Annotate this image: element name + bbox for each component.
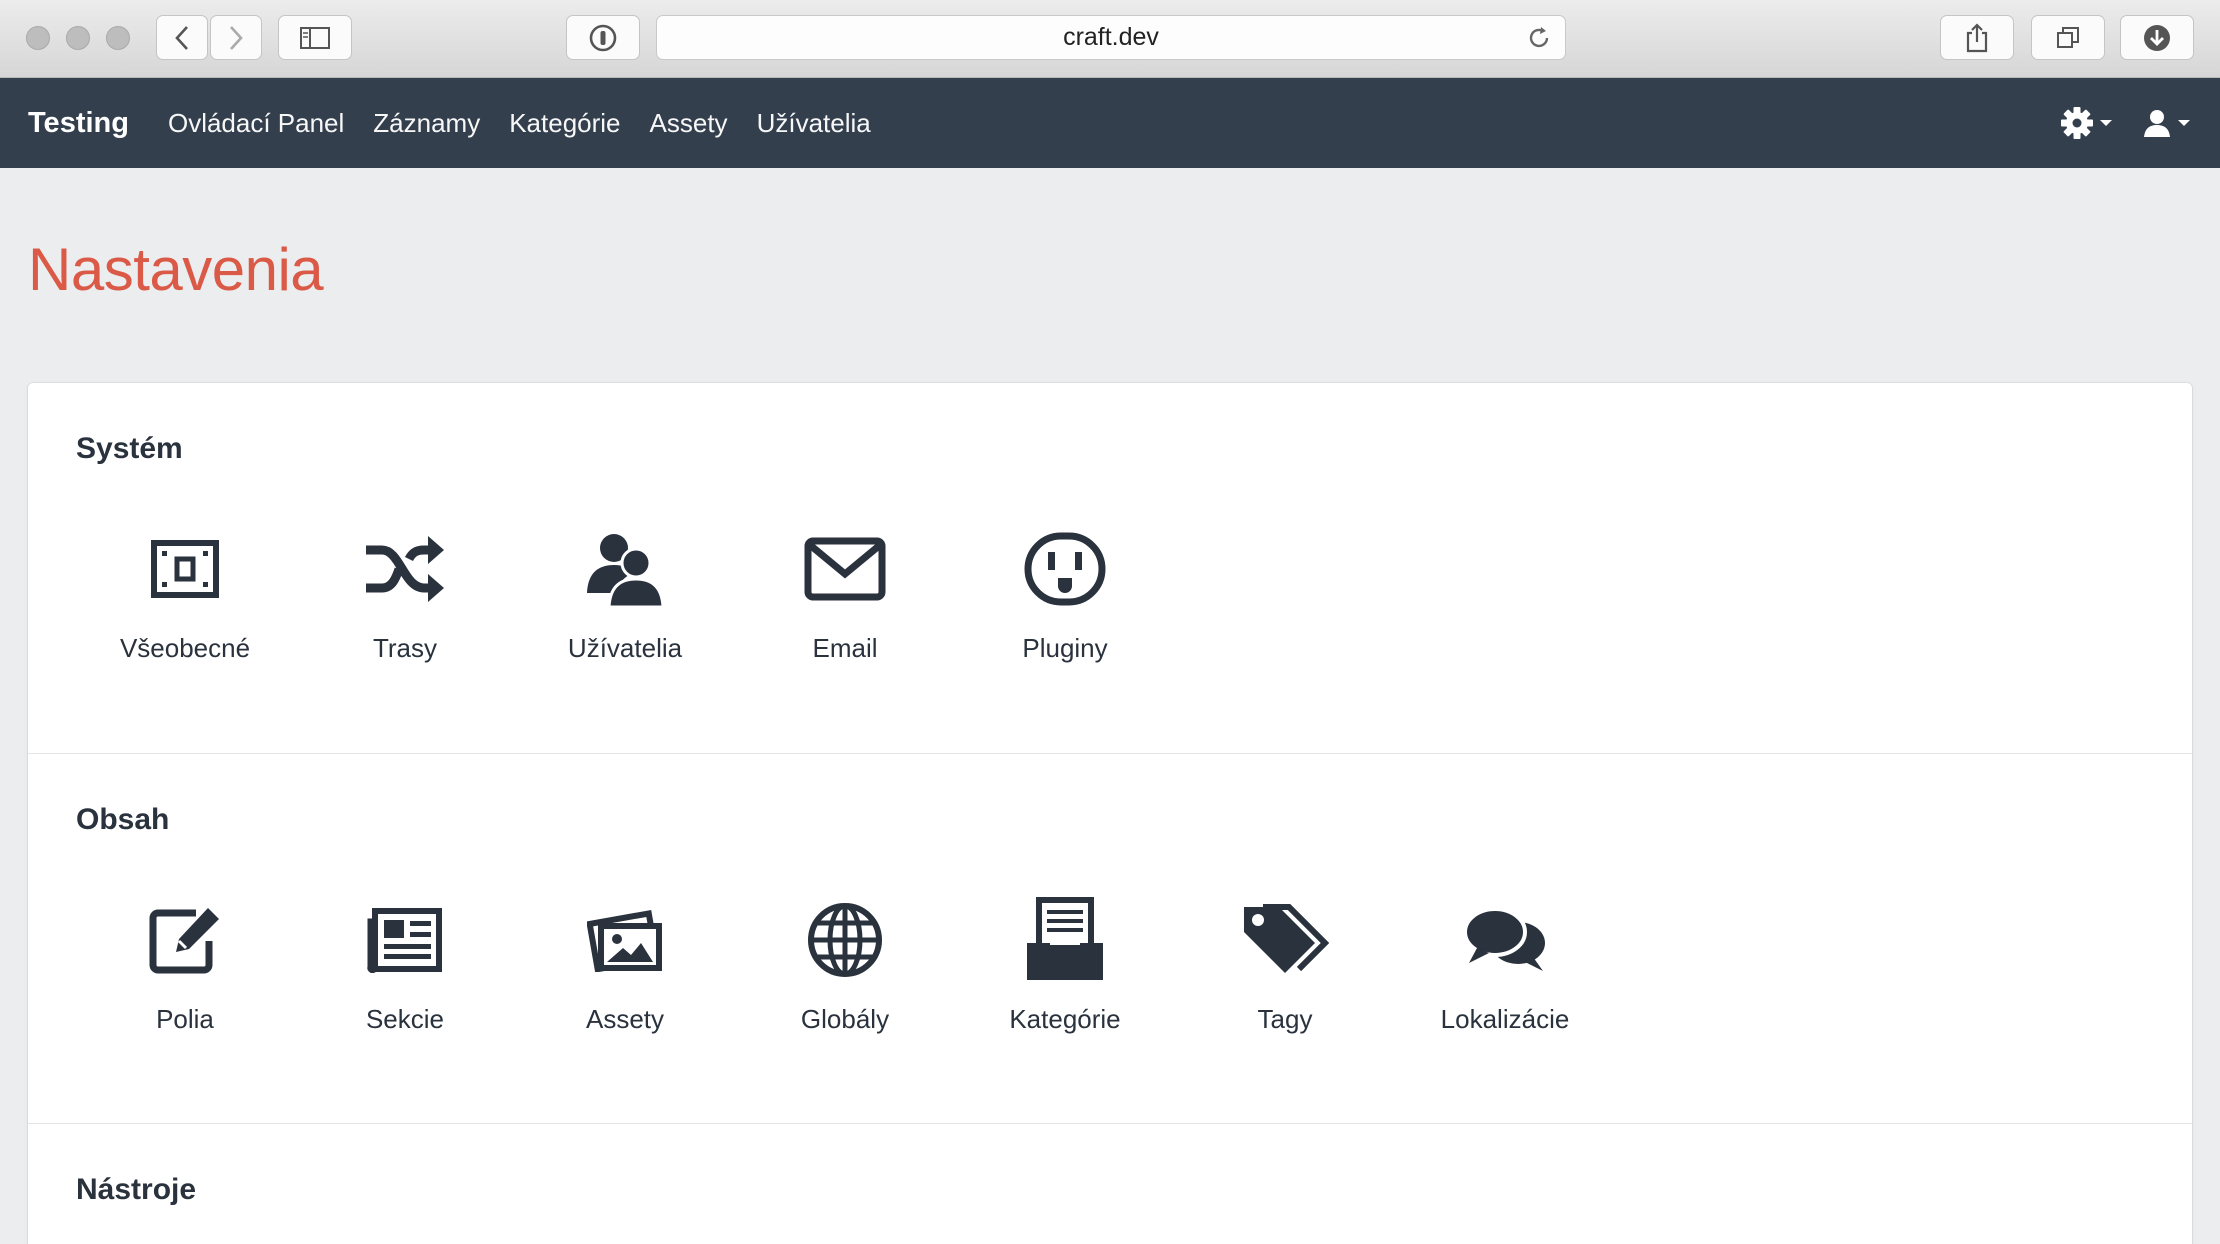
site-name[interactable]: Testing [28,107,129,140]
settings-item-label: Všeobecné [119,633,251,663]
user-menu[interactable] [2142,108,2190,138]
main-navigation: Testing Ovládací Panel Záznamy Kategórie… [0,78,2220,168]
tags-icon [1244,904,1329,973]
forward-button[interactable] [210,15,262,60]
settings-item-email[interactable]: Email [745,523,945,664]
back-button[interactable] [156,15,208,60]
nav-assets[interactable]: Assety [650,108,728,139]
nav-users[interactable]: Užívatelia [757,108,871,139]
images-icon [587,909,662,972]
share-button[interactable] [1940,15,2014,60]
settings-item-label: Email [812,633,878,663]
settings-item-routes[interactable]: Trasy [305,523,505,664]
sidebar-icon [300,26,330,49]
nav-entries[interactable]: Záznamy [373,108,480,139]
plug-socket-icon [1024,532,1106,606]
minimize-window-button[interactable] [66,26,90,50]
settings-item-label: Globály [800,1004,890,1034]
settings-item-assets[interactable]: Assety [525,894,725,1035]
envelope-icon [804,537,886,601]
nav-categories[interactable]: Kategórie [509,108,620,139]
settings-item-label: Polia [156,1004,214,1034]
chat-bubbles-icon [1463,907,1545,971]
settings-item-categories[interactable]: Kategórie [965,894,1165,1035]
tabs-button[interactable] [2031,15,2105,60]
caret-down-icon [2100,120,2112,126]
user-icon [2144,110,2170,137]
settings-item-label: Lokalizácie [1440,1004,1570,1034]
settings-item-general[interactable]: Všeobecné [85,523,285,664]
settings-item-fields[interactable]: Polia [85,894,285,1035]
browser-toolbar: craft.dev [0,0,2220,78]
settings-item-locales[interactable]: Lokalizácie [1405,894,1605,1035]
chevron-right-icon [230,25,243,50]
download-icon [2144,24,2170,51]
close-window-button[interactable] [26,26,50,50]
page-title: Nastavenia [28,236,324,303]
settings-item-label: Pluginy [1022,633,1108,663]
settings-panel: Systém Všeobecné Trasy Užívatelia Email … [28,383,2192,1244]
settings-item-label: Trasy [372,633,438,663]
section-title: Systém [76,432,183,465]
url-text: craft.dev [1063,23,1159,51]
settings-item-label: Tagy [1257,1004,1313,1034]
address-bar[interactable]: craft.dev [656,15,1566,60]
section-title: Obsah [76,803,170,836]
keyhole-icon [589,24,617,51]
section-content: Obsah Polia Sekcie Assety Globály Kategó… [28,753,2192,1123]
settings-item-plugins[interactable]: Pluginy [965,523,1165,664]
general-icon [151,540,219,598]
nav-dashboard[interactable]: Ovládací Panel [168,108,344,139]
section-system: Systém Všeobecné Trasy Užívatelia Email … [28,383,2192,753]
downloads-button[interactable] [2120,15,2194,60]
inbox-tray-icon [1027,897,1103,980]
settings-item-label: Užívatelia [567,633,683,663]
settings-item-label: Kategórie [1009,1004,1121,1034]
sidebar-toggle-button[interactable] [278,15,352,60]
section-title: Nástroje [76,1173,197,1206]
tabs-icon [2057,26,2079,48]
gear-icon [2061,107,2093,139]
settings-item-tags[interactable]: Tagy [1185,894,1385,1035]
edit-icon [149,908,219,974]
zoom-window-button[interactable] [106,26,130,50]
settings-item-sections[interactable]: Sekcie [305,894,505,1035]
reload-icon[interactable] [1525,24,1553,52]
globe-icon [808,903,882,977]
users-icon [587,534,665,607]
newspaper-icon [367,908,442,973]
settings-item-globals[interactable]: Globály [745,894,945,1035]
password-manager-button[interactable] [566,15,640,60]
section-tools: Nástroje [28,1123,2192,1244]
settings-item-users[interactable]: Užívatelia [525,523,725,664]
share-icon [1966,22,1988,52]
caret-down-icon [2178,120,2190,126]
shuffle-icon [366,536,444,602]
chevron-left-icon [175,25,188,50]
settings-item-label: Sekcie [365,1004,445,1034]
settings-menu[interactable] [2060,106,2112,140]
settings-item-label: Assety [585,1004,665,1034]
